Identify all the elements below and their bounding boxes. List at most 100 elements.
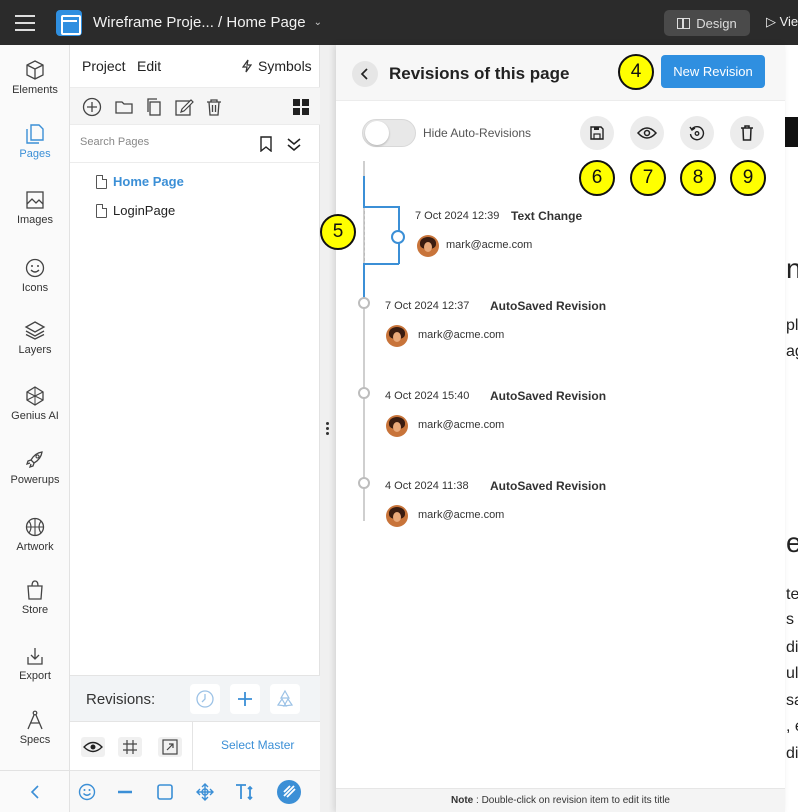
collapse-panel-button[interactable] bbox=[0, 770, 70, 812]
preview-revision-button[interactable] bbox=[630, 116, 664, 150]
line-tool-icon[interactable] bbox=[116, 783, 134, 801]
menu-edit[interactable]: Edit bbox=[137, 58, 161, 74]
document-title[interactable]: Wireframe Proje... / Home Page bbox=[93, 14, 306, 31]
rail-item-label: Genius AI bbox=[11, 410, 59, 422]
avatar bbox=[417, 235, 439, 257]
design-canvas[interactable]: n plo ag e te s d dip ul sa , e die bbox=[785, 45, 798, 812]
preview-toggle[interactable] bbox=[81, 737, 105, 757]
view-mode-button[interactable]: ▷ Vie bbox=[766, 14, 798, 30]
search-pages-input[interactable] bbox=[80, 136, 240, 148]
eye-icon bbox=[637, 127, 657, 139]
delete-revision-button[interactable] bbox=[730, 116, 764, 150]
revision-title[interactable]: Text Change bbox=[511, 209, 582, 223]
revision-title[interactable]: AutoSaved Revision bbox=[490, 299, 606, 313]
folder-icon[interactable] bbox=[114, 97, 134, 117]
double-chevron-down-icon[interactable] bbox=[286, 136, 302, 152]
rail-item-pages[interactable]: Pages bbox=[0, 123, 70, 160]
rail-item-layers[interactable]: Layers bbox=[0, 319, 70, 356]
menu-project[interactable]: Project bbox=[82, 58, 126, 74]
revision-date: 7 Oct 2024 12:37 bbox=[385, 300, 470, 312]
duplicate-icon[interactable] bbox=[144, 97, 164, 117]
page-item-home[interactable]: Home Page bbox=[96, 174, 184, 189]
timeline-dashed-connector bbox=[364, 211, 365, 261]
canvas-text-fragment: die bbox=[786, 745, 798, 762]
revision-node[interactable] bbox=[358, 297, 370, 309]
revision-author: mark@acme.com bbox=[418, 419, 505, 431]
restore-revision-button[interactable] bbox=[680, 116, 714, 150]
add-revision-button[interactable] bbox=[230, 684, 260, 714]
smiley-icon bbox=[25, 258, 45, 278]
chevron-down-icon[interactable]: ⌄ bbox=[314, 17, 322, 28]
canvas-text-fragment: ul bbox=[786, 665, 798, 682]
rail-item-images[interactable]: Images bbox=[0, 189, 70, 226]
rail-item-genius-ai[interactable]: Genius AI bbox=[0, 385, 70, 422]
revisions-header: Revisions of this page New Revision bbox=[336, 45, 785, 101]
revision-history-button[interactable] bbox=[190, 684, 220, 714]
rail-item-store[interactable]: Store bbox=[0, 579, 70, 616]
image-icon bbox=[26, 191, 44, 209]
basketball-icon bbox=[25, 517, 45, 537]
avatar bbox=[386, 505, 408, 527]
rail-item-artwork[interactable]: Artwork bbox=[0, 516, 70, 553]
pages-icon bbox=[26, 124, 44, 144]
page-item-login[interactable]: LoginPage bbox=[96, 203, 175, 218]
rail-item-icons[interactable]: Icons bbox=[0, 257, 70, 294]
move-tool-icon[interactable] bbox=[196, 783, 214, 801]
page-icon bbox=[96, 203, 107, 218]
resize-icon bbox=[162, 739, 178, 755]
callout-marker: 4 bbox=[618, 54, 654, 90]
grid-toggle[interactable] bbox=[118, 737, 142, 757]
revision-title[interactable]: AutoSaved Revision bbox=[490, 389, 606, 403]
timeline-highlight bbox=[363, 176, 365, 208]
rectangle-tool-icon[interactable] bbox=[156, 783, 174, 801]
left-rail: Elements Pages Images Icons Layers Geniu… bbox=[0, 45, 70, 812]
canvas-text-fragment: e bbox=[786, 527, 798, 558]
symbols-button[interactable]: Symbols bbox=[242, 58, 312, 74]
canvas-text-fragment: te bbox=[786, 586, 798, 603]
add-page-icon[interactable] bbox=[82, 97, 102, 117]
new-revision-button[interactable]: New Revision bbox=[661, 55, 765, 88]
rail-item-specs[interactable]: Specs bbox=[0, 709, 70, 746]
rail-item-label: Export bbox=[19, 670, 51, 682]
design-mode-label: Design bbox=[696, 15, 737, 31]
trash-icon[interactable] bbox=[204, 97, 224, 117]
select-master-link[interactable]: Select Master bbox=[221, 738, 294, 752]
revision-node[interactable] bbox=[358, 477, 370, 489]
genius-ai-icon bbox=[26, 386, 44, 406]
panel-resize-handle[interactable] bbox=[326, 422, 330, 437]
grid-icon bbox=[123, 740, 137, 754]
symbols-label: Symbols bbox=[258, 58, 312, 74]
bookmark-icon[interactable] bbox=[259, 136, 273, 152]
design-mode-button[interactable]: Design bbox=[664, 10, 750, 36]
rail-item-elements[interactable]: Elements bbox=[0, 59, 70, 96]
revision-node-selected[interactable] bbox=[391, 230, 405, 244]
revision-node[interactable] bbox=[358, 387, 370, 399]
grid-view-icon[interactable] bbox=[291, 97, 311, 117]
smiley-icon[interactable] bbox=[78, 783, 96, 801]
avatar bbox=[386, 415, 408, 437]
rail-item-export[interactable]: Export bbox=[0, 645, 70, 682]
back-button[interactable] bbox=[352, 61, 378, 87]
canvas-text-fragment: plo bbox=[786, 317, 798, 334]
brand-logo-icon[interactable] bbox=[276, 779, 302, 805]
revision-title[interactable]: AutoSaved Revision bbox=[490, 479, 606, 493]
rail-item-powerups[interactable]: Powerups bbox=[0, 449, 70, 486]
recycle-revisions-button[interactable] bbox=[270, 684, 300, 714]
edit-icon[interactable] bbox=[174, 97, 194, 117]
text-tool-icon[interactable] bbox=[234, 783, 256, 801]
canvas-text-fragment: n bbox=[786, 253, 798, 284]
rocket-icon bbox=[25, 451, 43, 469]
resize-toggle[interactable] bbox=[158, 737, 182, 757]
rail-item-label: Layers bbox=[18, 344, 52, 356]
eye-icon bbox=[83, 741, 103, 753]
chevron-left-icon bbox=[30, 784, 39, 799]
save-icon bbox=[590, 126, 604, 140]
revision-date: 4 Oct 2024 15:40 bbox=[385, 390, 470, 402]
hamburger-menu-icon[interactable] bbox=[0, 0, 50, 45]
rail-item-label: Pages bbox=[19, 148, 51, 160]
divider bbox=[192, 722, 193, 772]
hide-auto-revisions-toggle[interactable] bbox=[362, 119, 416, 147]
rail-item-label: Specs bbox=[19, 734, 51, 746]
save-revision-button[interactable] bbox=[580, 116, 614, 150]
rail-item-label: Images bbox=[16, 214, 54, 226]
